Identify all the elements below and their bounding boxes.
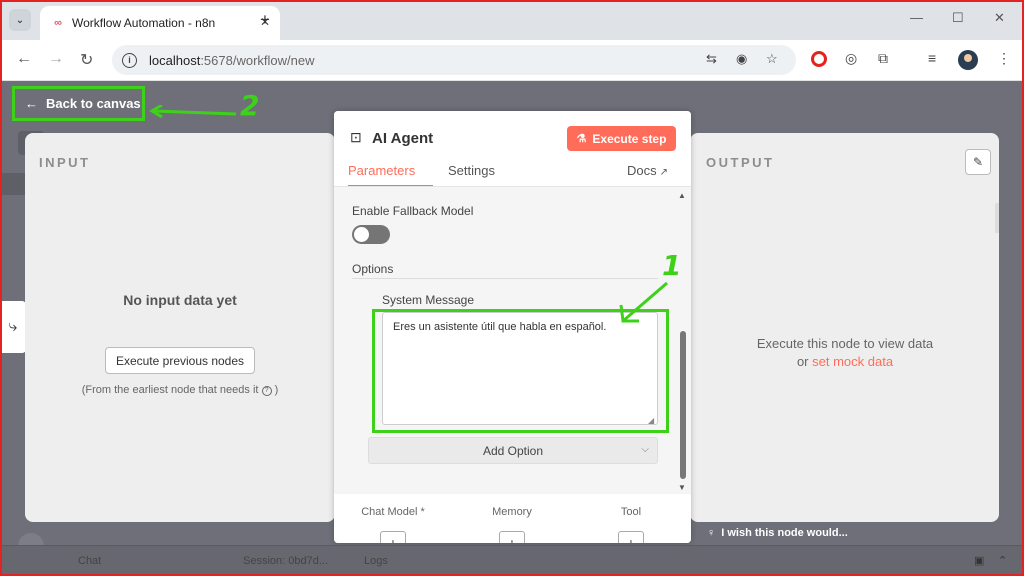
- options-label: Options: [352, 262, 394, 276]
- add-memory-button[interactable]: +: [499, 531, 525, 543]
- profile-avatar[interactable]: [958, 50, 978, 70]
- toggle-knob: [354, 227, 369, 242]
- back-icon[interactable]: ←: [16, 50, 32, 68]
- node-connections: Chat Model * Memory Tool + + +: [334, 494, 691, 543]
- annotation-label-1: 1: [662, 249, 682, 282]
- session-id: Session: 0bd7d...: [243, 555, 329, 567]
- fallback-model-label: Enable Fallback Model: [352, 204, 474, 218]
- tab-parameters[interactable]: Parameters: [348, 163, 433, 187]
- resize-handle-icon[interactable]: ◢: [648, 416, 654, 425]
- flask-icon: ⚗: [576, 133, 587, 145]
- add-chat-model-button[interactable]: +: [380, 531, 406, 543]
- n8n-app: ⤷ ← Back to canvas 2 INPUT No input data…: [0, 81, 1024, 576]
- media-icon[interactable]: ≡: [928, 50, 936, 66]
- set-mock-data-link[interactable]: set mock data: [812, 354, 893, 369]
- star-icon[interactable]: ☆: [766, 51, 778, 67]
- node-panel-header: ⊡ AI Agent ⚗ Execute step Parameters Set…: [334, 111, 691, 187]
- tab-title: Workflow Automation - n8n: [72, 16, 216, 30]
- input-heading: INPUT: [39, 155, 91, 170]
- output-heading: OUTPUT: [706, 155, 775, 170]
- browser-tab[interactable]: ∞ Workflow Automation - n8n ✕: [40, 6, 280, 40]
- scroll-up-icon[interactable]: ▲: [678, 191, 686, 200]
- new-tab-icon[interactable]: +: [260, 10, 270, 30]
- bg-edge: [995, 203, 999, 233]
- url-text: localhost:5678/workflow/new: [149, 52, 315, 68]
- options-divider: [352, 278, 658, 279]
- tab-search-icon[interactable]: ⌄: [9, 9, 31, 31]
- translate-icon[interactable]: ⇆: [706, 51, 717, 67]
- node-title[interactable]: AI Agent: [372, 130, 433, 147]
- execute-previous-nodes-button[interactable]: Execute previous nodes: [105, 347, 255, 374]
- output-empty-message: Execute this node to view data or set mo…: [756, 336, 934, 369]
- forward-icon[interactable]: →: [48, 50, 64, 68]
- address-bar[interactable]: i localhost:5678/workflow/new ⇆ ◉ ☆: [112, 45, 796, 75]
- input-panel: INPUT No input data yet Execute previous…: [25, 133, 335, 522]
- external-link-icon: ↗: [659, 167, 669, 178]
- edit-pencil-icon[interactable]: ✎: [965, 149, 991, 175]
- scrollbar-thumb[interactable]: [680, 331, 686, 479]
- minimize-icon[interactable]: —: [910, 10, 923, 25]
- add-tool-button[interactable]: +: [618, 531, 644, 543]
- reload-icon[interactable]: ↻: [80, 50, 93, 70]
- maximize-icon[interactable]: ☐: [952, 10, 964, 26]
- execute-step-button[interactable]: ⚗ Execute step: [567, 126, 676, 151]
- system-message-textarea[interactable]: Eres un asistente útil que habla en espa…: [382, 312, 658, 425]
- chevron-down-icon: ⌵: [641, 444, 649, 455]
- output-panel: OUTPUT ✎ Execute this node to view data …: [690, 133, 999, 522]
- back-to-canvas-button[interactable]: ← Back to canvas: [12, 86, 145, 121]
- n8n-favicon-icon: ∞: [54, 17, 62, 29]
- popout-icon[interactable]: ▣: [974, 554, 984, 567]
- robot-icon: ⊡: [350, 129, 362, 145]
- logs-tab[interactable]: Logs: [364, 555, 388, 567]
- eye-off-icon[interactable]: ◉: [736, 51, 747, 67]
- node-creator-icon[interactable]: ⤷: [0, 301, 26, 353]
- connection-label-chat-model: Chat Model *: [361, 506, 425, 518]
- annotation-arrow-1: [619, 281, 668, 323]
- bottom-bar: Chat Session: 0bd7d... Logs ▣ ⌃: [0, 545, 1024, 576]
- feedback-wish[interactable]: ♀ I wish this node would...: [707, 527, 848, 539]
- earliest-node-hint: (From the earliest node that needs it ? …: [81, 384, 279, 396]
- opera-extension-icon[interactable]: [811, 51, 827, 67]
- back-label: Back to canvas: [46, 96, 141, 111]
- add-option-button[interactable]: Add Option ⌵: [368, 437, 658, 464]
- annotation-arrow-2: [149, 105, 237, 119]
- connection-label-tool: Tool: [620, 506, 642, 518]
- fallback-model-toggle[interactable]: [352, 225, 390, 244]
- arrow-left-icon: ←: [25, 96, 38, 111]
- chevron-up-icon[interactable]: ⌃: [998, 554, 1007, 567]
- annotation-label-2: 2: [240, 89, 260, 122]
- puzzle-icon[interactable]: ⧉: [878, 50, 888, 67]
- scroll-down-icon[interactable]: ▼: [678, 483, 686, 492]
- bg-canvas-control: [0, 173, 26, 195]
- lightbulb-icon: ♀: [707, 527, 716, 539]
- scrollbar[interactable]: ▲ ▼: [678, 191, 688, 494]
- system-message-label: System Message: [382, 293, 475, 307]
- parameters-body: Enable Fallback Model Options System Mes…: [334, 187, 691, 494]
- help-icon[interactable]: ?: [261, 386, 272, 396]
- browser-tabstrip: ⌄ ∞ Workflow Automation - n8n ✕ + — ☐ ✕: [0, 0, 1024, 40]
- browser-toolbar: ← → ↻ i localhost:5678/workflow/new ⇆ ◉ …: [0, 40, 1024, 81]
- site-info-icon[interactable]: i: [122, 52, 137, 68]
- close-window-icon[interactable]: ✕: [994, 10, 1005, 26]
- ai-agent-node-panel: ⊡ AI Agent ⚗ Execute step Parameters Set…: [334, 111, 691, 543]
- connection-label-memory: Memory: [492, 506, 532, 518]
- extension-icon[interactable]: ◎: [845, 50, 857, 67]
- no-input-title: No input data yet: [123, 292, 237, 308]
- chat-tab[interactable]: Chat: [78, 555, 101, 567]
- tab-docs[interactable]: Docs ↗: [627, 163, 668, 178]
- tab-settings[interactable]: Settings: [448, 163, 495, 178]
- menu-icon[interactable]: ⋮: [997, 50, 1011, 67]
